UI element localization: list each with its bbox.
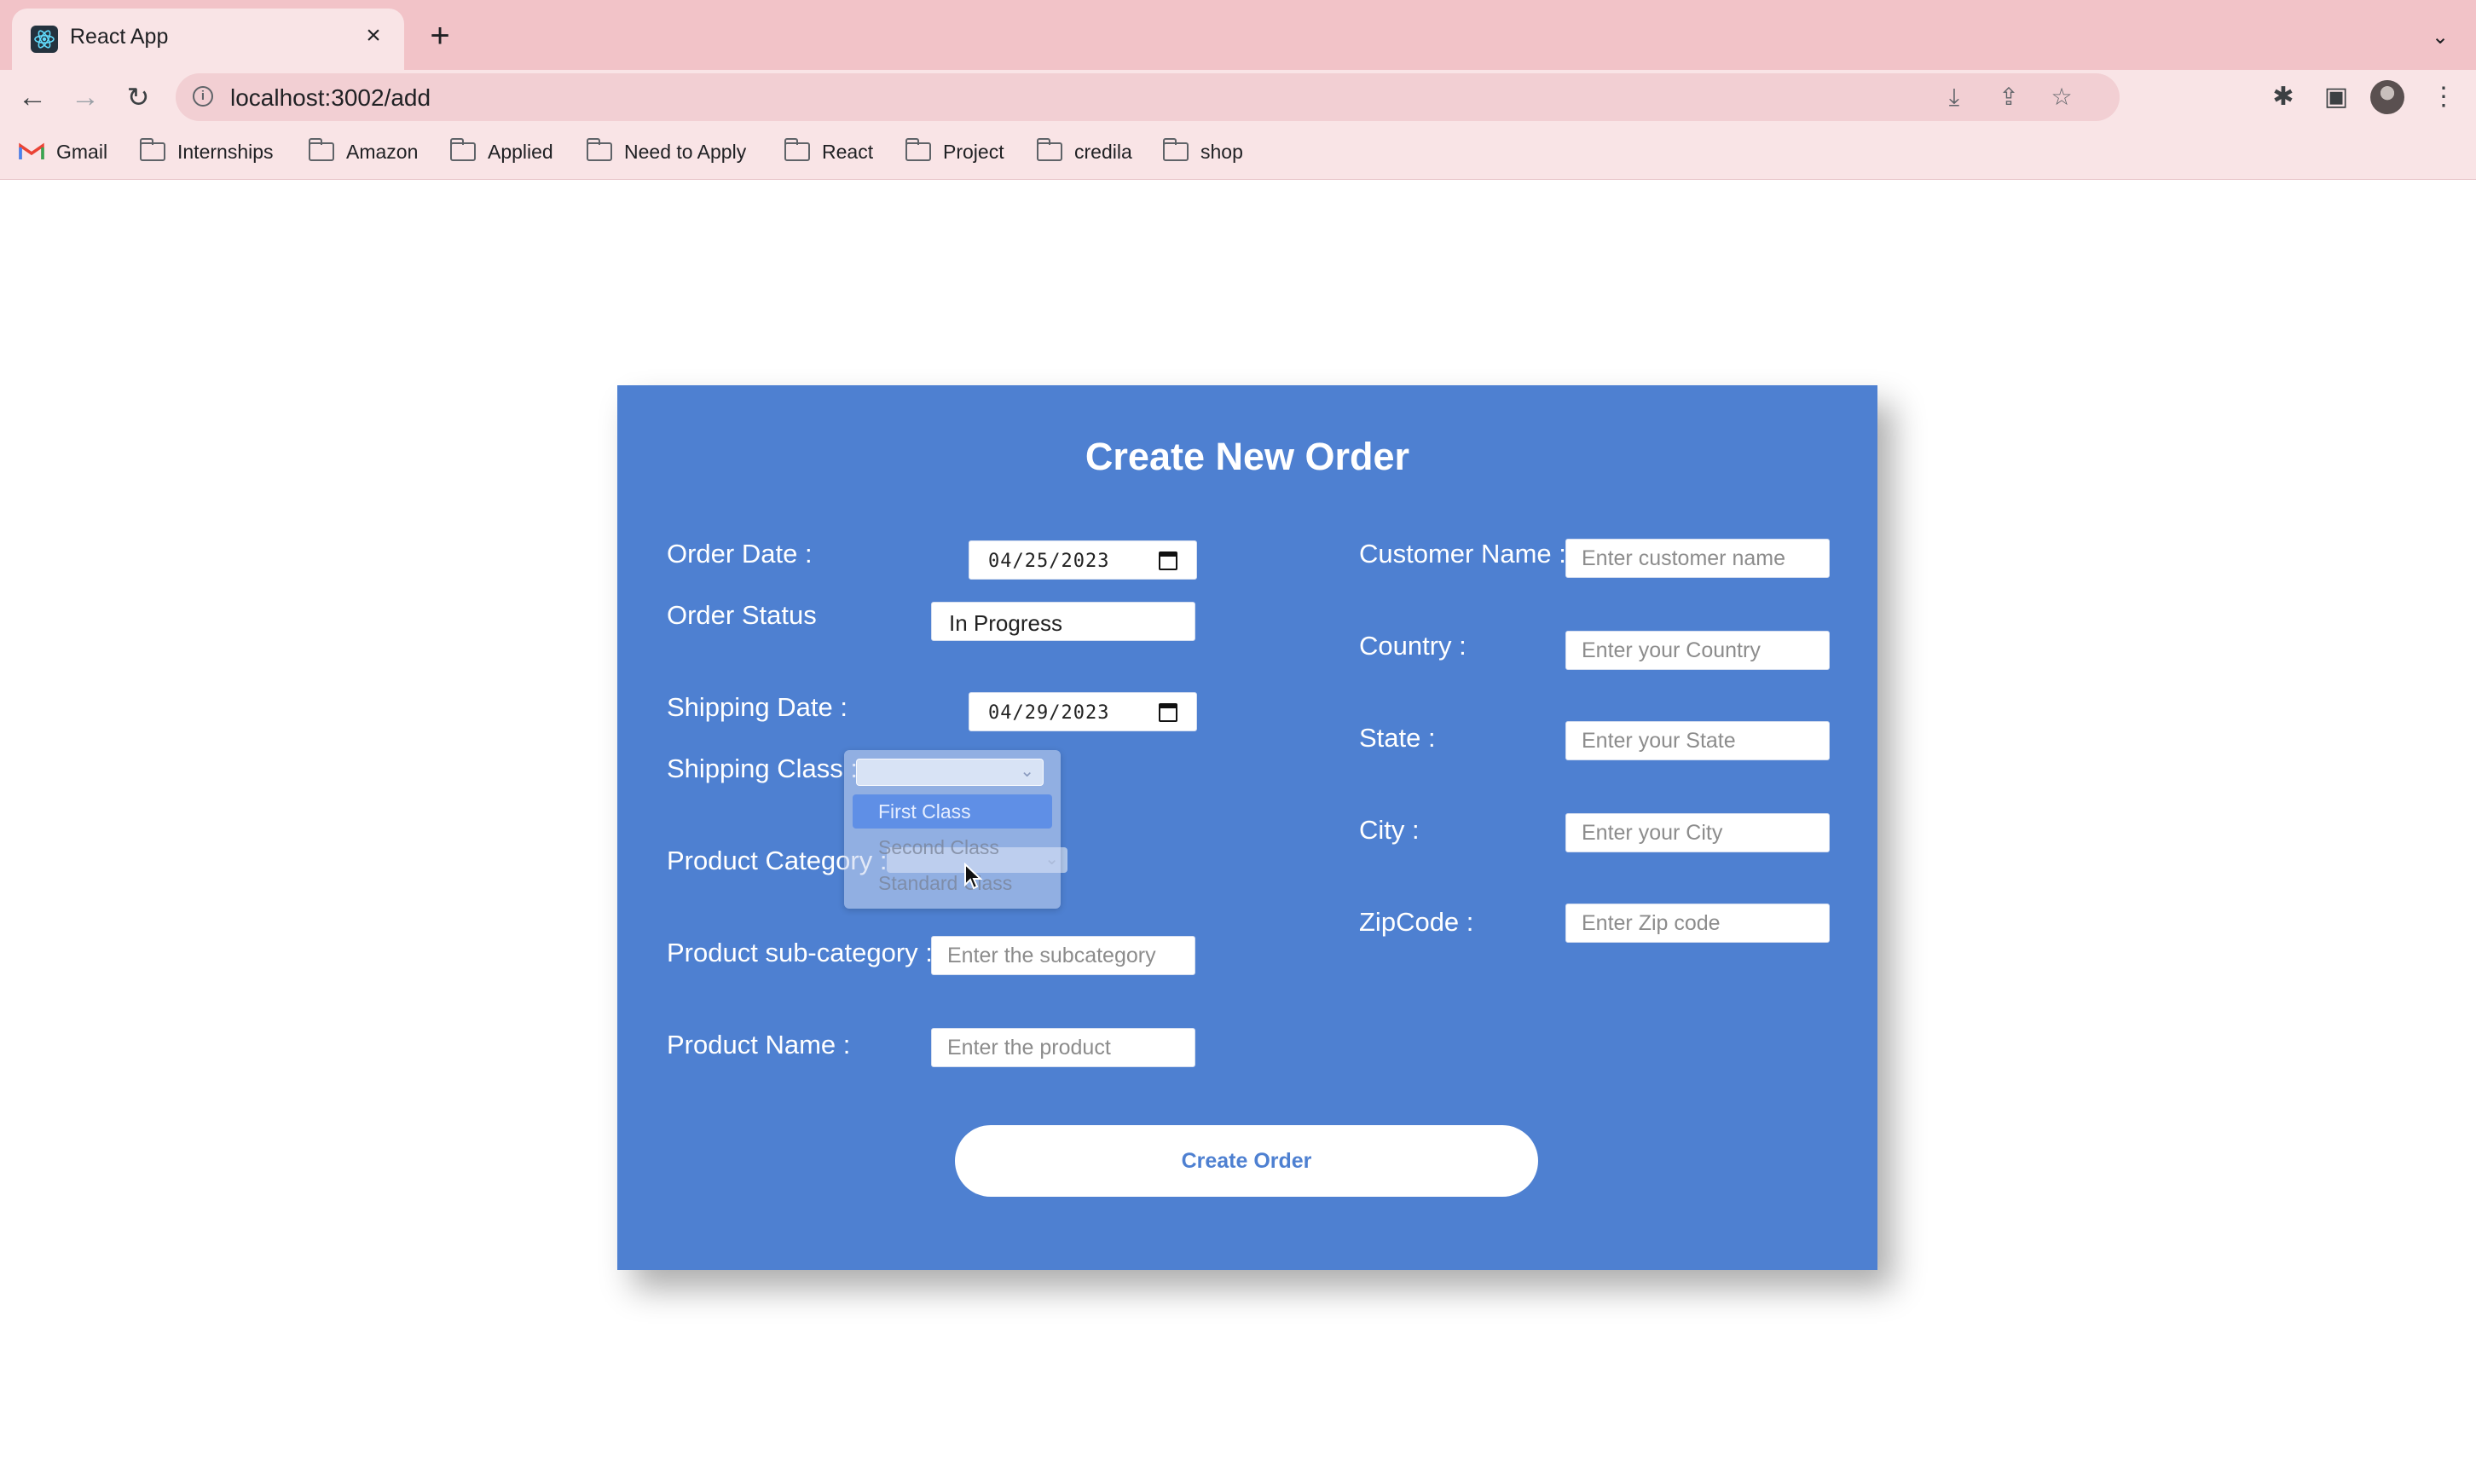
bookmark-react[interactable]: React	[784, 138, 873, 165]
product-subcategory-label: Product sub-category :	[667, 938, 933, 967]
city-label: City :	[1359, 815, 1420, 845]
zipcode-label: ZipCode :	[1359, 907, 1474, 937]
plus-icon[interactable]: +	[421, 19, 459, 56]
shipping-class-label: Shipping Class :	[667, 754, 859, 783]
shipping-option-first-class[interactable]: First Class	[853, 794, 1052, 829]
city-input[interactable]	[1566, 814, 1829, 852]
shipping-class-select[interactable]: ⌄	[856, 759, 1044, 786]
bookmark-label: Internships	[177, 141, 274, 163]
react-favicon	[31, 26, 58, 53]
chevron-down-icon[interactable]: ⌄	[2423, 20, 2457, 55]
url-text[interactable]: localhost:3002/add	[230, 84, 431, 112]
product-subcategory-input[interactable]	[932, 937, 1195, 974]
state-label: State :	[1359, 723, 1436, 753]
bookmark-applied[interactable]: Applied	[449, 138, 553, 165]
address-bar[interactable]: i localhost:3002/add ⤓ ⇪ ☆	[176, 73, 2120, 121]
side-panel-icon[interactable]: ▣	[2317, 78, 2355, 116]
folder-icon	[905, 138, 931, 161]
browser-tab[interactable]: React App ×	[12, 9, 404, 70]
browser-tab-strip: React App × + ⌄	[0, 0, 2476, 70]
page-title: Create New Order	[1085, 435, 1410, 478]
bookmark-need-to-apply[interactable]: Need to Apply	[586, 138, 747, 165]
order-date-field[interactable]: 04/25/2023	[969, 540, 1197, 580]
shipping-date-field[interactable]: 04/29/2023	[969, 692, 1197, 731]
browser-toolbar: ← → ↻ i localhost:3002/add ⤓ ⇪ ☆	[0, 70, 2476, 124]
bookmark-amazon[interactable]: Amazon	[308, 138, 419, 165]
extensions-icon[interactable]: ✱	[2265, 78, 2302, 116]
shipping-class-dropdown[interactable]: ⌄ First Class Second Class Standard Clas…	[844, 750, 1061, 909]
folder-icon	[308, 138, 334, 161]
zipcode-input[interactable]	[1566, 904, 1829, 942]
city-field[interactable]	[1565, 813, 1830, 852]
back-arrow-icon[interactable]: ←	[14, 78, 51, 116]
bookmark-label: Project	[943, 141, 1004, 163]
bookmark-label: credila	[1074, 141, 1132, 163]
info-icon[interactable]: i	[193, 86, 213, 107]
state-input[interactable]	[1566, 722, 1829, 759]
folder-icon	[1162, 138, 1189, 161]
zipcode-field[interactable]	[1565, 904, 1830, 943]
bookmark-label: Need to Apply	[624, 141, 747, 163]
avatar[interactable]	[2370, 80, 2404, 114]
star-icon[interactable]: ☆	[2046, 82, 2077, 113]
create-order-button[interactable]: Create Order	[955, 1125, 1538, 1197]
product-name-field[interactable]	[931, 1028, 1195, 1067]
product-name-label: Product Name :	[667, 1030, 851, 1060]
order-status-value: In Progress	[949, 610, 1062, 636]
bookmark-label: Applied	[488, 141, 553, 163]
bookmarks-bar: Gmail Internships Amazon Applied Need to…	[0, 124, 2476, 180]
product-name-input[interactable]	[932, 1029, 1195, 1066]
country-input[interactable]	[1566, 632, 1829, 669]
order-date-value: 04/25/2023	[988, 551, 1110, 572]
country-field[interactable]	[1565, 631, 1830, 670]
shipping-date-label: Shipping Date :	[667, 692, 848, 722]
folder-icon	[1036, 138, 1062, 161]
customer-name-label: Customer Name :	[1359, 539, 1566, 569]
shipping-option-standard-class[interactable]: Standard Class	[853, 866, 1052, 900]
cursor-icon	[964, 863, 983, 890]
shipping-date-value: 04/29/2023	[988, 702, 1110, 724]
state-field[interactable]	[1565, 721, 1830, 760]
tab-title: React App	[70, 25, 169, 49]
share-icon[interactable]: ⇪	[1993, 82, 2024, 113]
country-label: Country :	[1359, 631, 1467, 661]
close-icon[interactable]: ×	[358, 20, 389, 51]
bookmark-shop[interactable]: shop	[1162, 138, 1243, 165]
folder-icon	[139, 138, 165, 161]
folder-icon	[449, 138, 476, 161]
bookmark-gmail[interactable]: Gmail	[19, 138, 107, 165]
forward-arrow-icon[interactable]: →	[67, 78, 104, 116]
bookmark-label: React	[822, 141, 874, 163]
bookmark-label: shop	[1200, 141, 1243, 163]
bookmark-internships[interactable]: Internships	[139, 138, 274, 165]
install-icon[interactable]: ⤓	[1939, 82, 1970, 113]
shipping-option-second-class[interactable]: Second Class	[853, 830, 1052, 864]
bookmark-label: Amazon	[346, 141, 419, 163]
customer-name-field[interactable]	[1565, 539, 1830, 578]
folder-icon	[784, 138, 810, 161]
calendar-icon[interactable]	[1159, 703, 1177, 722]
product-subcategory-field[interactable]	[931, 936, 1195, 975]
bookmark-project[interactable]: Project	[905, 138, 1004, 165]
calendar-icon[interactable]	[1159, 551, 1177, 570]
bookmark-label: Gmail	[56, 141, 108, 163]
reload-icon[interactable]: ↻	[119, 78, 157, 116]
bookmark-credila[interactable]: credila	[1036, 138, 1132, 165]
folder-icon	[586, 138, 612, 161]
chevron-down-icon: ⌄	[1020, 762, 1034, 781]
gmail-icon	[19, 142, 44, 159]
customer-name-input[interactable]	[1566, 540, 1829, 577]
order-status-field[interactable]: In Progress	[931, 602, 1195, 641]
order-date-label: Order Date :	[667, 539, 813, 569]
order-status-label: Order Status	[667, 600, 817, 630]
menu-icon[interactable]: ⋮	[2425, 78, 2462, 116]
